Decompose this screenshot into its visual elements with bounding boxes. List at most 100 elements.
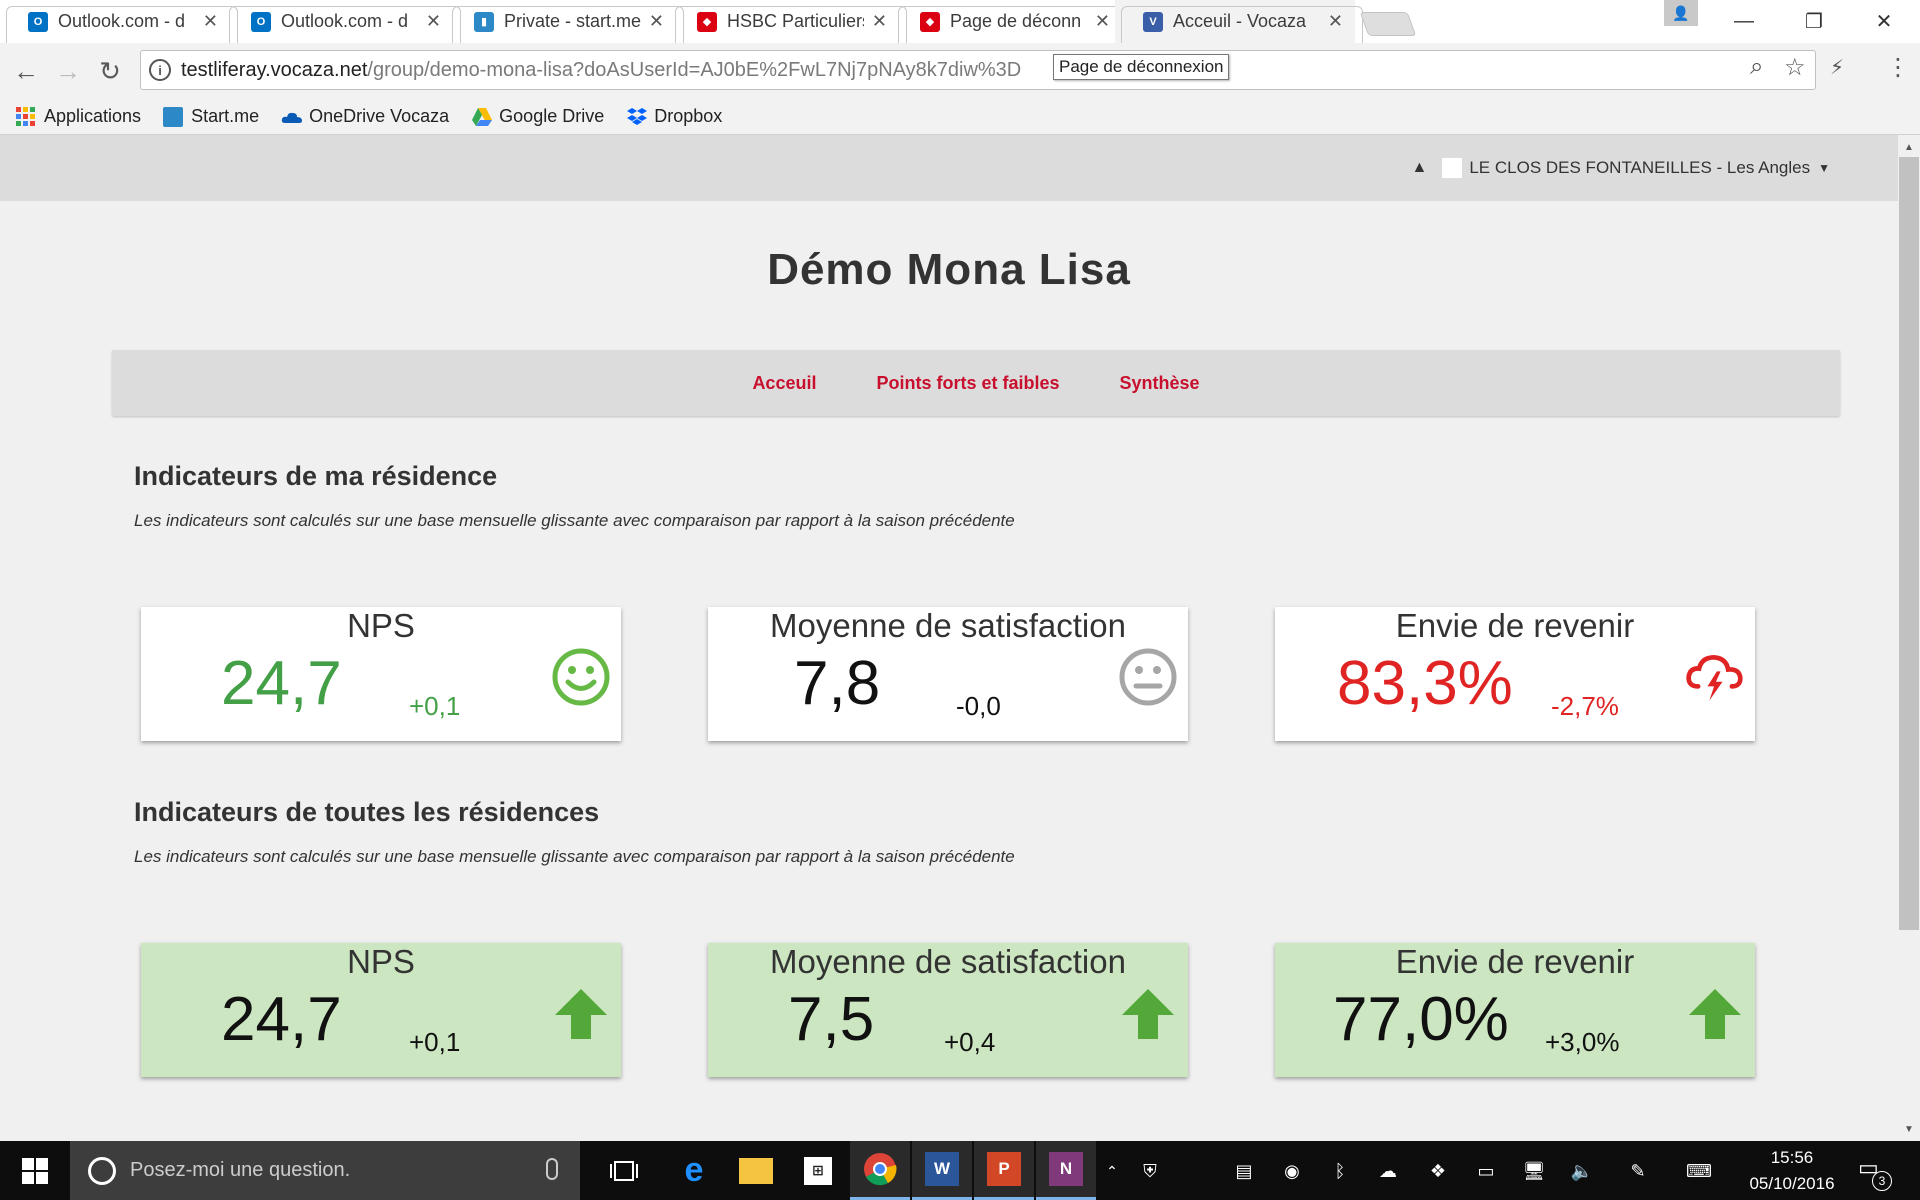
close-tab-icon[interactable]: ✕ [1095,11,1110,32]
bluetooth-icon[interactable]: ᛒ [1328,1159,1352,1183]
user-menu-label: LE CLOS DES FONTANEILLES - Les Angles [1469,158,1811,177]
taskbar-chrome[interactable] [850,1141,910,1200]
close-tab-icon[interactable]: ✕ [649,11,664,32]
chrome-icon [864,1153,897,1186]
kpi-delta: +0,1 [409,1027,461,1057]
page-title: Démo Mona Lisa [767,245,1131,294]
address-bar[interactable]: i testliferay.vocaza.net/group/demo-mona… [140,50,1816,90]
scrollbar-thumb[interactable] [1899,157,1919,930]
back-arrow-icon[interactable]: ← [8,53,44,89]
info-icon[interactable]: i [149,59,171,81]
tray-device-icon[interactable]: ▤ [1232,1159,1256,1183]
bookmark-label: OneDrive Vocaza [309,106,450,126]
microphone-icon[interactable] [546,1158,558,1180]
browser-tab-active[interactable]: V Acceuil - Vocaza ✕ [1115,0,1355,43]
reload-icon[interactable]: ↻ [92,53,128,89]
bookmark-onedrive[interactable]: OneDrive Vocaza [281,106,449,127]
kpi-card-nps-all: NPS 24,7 +0,1 [141,943,621,1077]
windows-taskbar: Posez-moi une question. e ⊞ W P N ⌃ ⛨ ▤ … [0,1141,1920,1200]
tray-overflow-icon[interactable]: ⌃ [1100,1159,1124,1183]
taskbar-clock[interactable]: 15:56 05/10/2016 [1740,1145,1844,1197]
onenote-icon: N [1049,1152,1083,1186]
kpi-delta: +0,1 [409,691,461,721]
bookmark-startme[interactable]: Start.me [163,106,259,127]
bookmark-applications[interactable]: Applications [16,106,141,127]
hsbc-icon: ◆ [920,11,940,32]
main-nav: Acceuil Points forts et faibles Synthèse [112,350,1840,416]
search-placeholder: Posez-moi une question. [130,1159,351,1181]
section-subtitle: Les indicateurs sont calculés sur une ba… [134,511,1015,530]
tooltip: Page de déconnexion [1053,54,1230,80]
bookmark-google-drive[interactable]: Google Drive [471,106,604,127]
section-title: Indicateurs de ma résidence [134,461,498,491]
kpi-delta: +0,4 [944,1027,996,1057]
scroll-up-icon[interactable]: ▲ [1898,137,1920,157]
storm-cloud-icon [1686,654,1743,701]
close-tab-icon[interactable]: ✕ [1328,11,1343,32]
minimize-icon[interactable]: — [1716,0,1772,43]
new-tab-button[interactable] [1359,12,1417,36]
cortana-icon [88,1156,116,1185]
pen-icon[interactable]: ✎ [1626,1159,1650,1183]
nav-link-synthese[interactable]: Synthèse [1120,373,1200,394]
taskbar-store[interactable]: ⊞ [788,1141,848,1200]
nav-link-points-forts[interactable]: Points forts et faibles [876,373,1059,394]
url-path: /group/demo-mona-lisa?doAsUserId=AJ0bE%2… [367,58,1022,81]
menu-dots-icon[interactable]: ⋮ [1886,53,1910,82]
extension-icon[interactable]: ⚡ [1830,55,1844,80]
bookmark-dropbox[interactable]: Dropbox [626,106,722,127]
close-tab-icon[interactable]: ✕ [203,11,218,32]
arrow-up-icon [555,989,607,1039]
forward-arrow-icon[interactable]: → [50,53,86,89]
taskbar-edge[interactable]: e [664,1141,724,1200]
kpi-title: NPS [347,607,415,644]
taskbar-file-explorer[interactable] [726,1141,786,1200]
zoom-icon[interactable]: ⌕ [1750,53,1763,81]
kpi-delta: -2,7% [1551,691,1619,721]
outlook-icon: O [251,11,271,32]
kpi-value: 7,8 [794,649,881,718]
browser-tab[interactable]: ◆ HSBC Particuliers ✕ [669,0,899,43]
startme-icon: ▮ [474,11,494,32]
browser-tab[interactable]: O Outlook.com - d ✕ [0,0,230,43]
bookmark-label: Dropbox [654,106,723,126]
nav-link-acceuil[interactable]: Acceuil [752,373,816,394]
bookmark-star-icon[interactable]: ☆ [1784,53,1806,82]
browser-toolbar: ← → ↻ i testliferay.vocaza.net/group/dem… [0,43,1920,99]
volume-icon[interactable]: 🔈 [1570,1159,1594,1183]
battery-icon[interactable]: ▭ [1474,1159,1498,1183]
browser-tab[interactable]: ▮ Private - start.me ✕ [446,0,676,43]
network-icon[interactable]: 🖥 [1522,1159,1546,1183]
close-tab-icon[interactable]: ✕ [426,11,441,32]
powerpoint-icon: P [987,1152,1021,1186]
cortana-search-box[interactable]: Posez-moi une question. [70,1141,580,1200]
start-button[interactable] [0,1141,70,1200]
kpi-card-revenir-all: Envie de revenir 77,0% +3,0% [1275,943,1755,1077]
clock-date: 05/10/2016 [1749,1174,1835,1193]
bookmark-label: Applications [44,106,142,126]
record-icon[interactable]: ◉ [1280,1159,1304,1183]
dropbox-tray-icon[interactable]: ❖ [1426,1159,1450,1183]
bookmark-label: Google Drive [499,106,605,126]
smiley-neutral-icon [1119,648,1177,706]
scroll-down-icon[interactable]: ▼ [1898,1119,1920,1139]
taskbar-word[interactable]: W [912,1141,972,1200]
defender-shield-icon[interactable]: ⛨ [1138,1159,1162,1183]
task-view-button[interactable] [594,1141,654,1200]
browser-tab[interactable]: ◆ Page de déconn ✕ [892,0,1122,43]
profile-icon[interactable]: 👤 [1664,0,1698,26]
close-tab-icon[interactable]: ✕ [872,11,887,32]
keyboard-icon[interactable]: ⌨ [1682,1159,1716,1183]
close-window-icon[interactable]: ✕ [1856,0,1912,43]
taskbar-onenote[interactable]: N [1036,1141,1096,1200]
clock-time: 15:56 [1770,1148,1814,1167]
restore-icon[interactable]: ❐ [1786,0,1842,43]
hsbc-icon: ◆ [697,11,717,32]
kpi-title: Moyenne de satisfaction [770,607,1126,644]
onedrive-tray-icon[interactable]: ☁ [1376,1159,1400,1183]
tab-title: Outlook.com - d [58,11,186,31]
kpi-delta: -0,0 [956,691,1001,721]
user-menu[interactable]: ▲ LE CLOS DES FONTANEILLES - Les Angles … [1412,157,1830,179]
browser-tab[interactable]: O Outlook.com - d ✕ [223,0,453,43]
taskbar-powerpoint[interactable]: P [974,1141,1034,1200]
